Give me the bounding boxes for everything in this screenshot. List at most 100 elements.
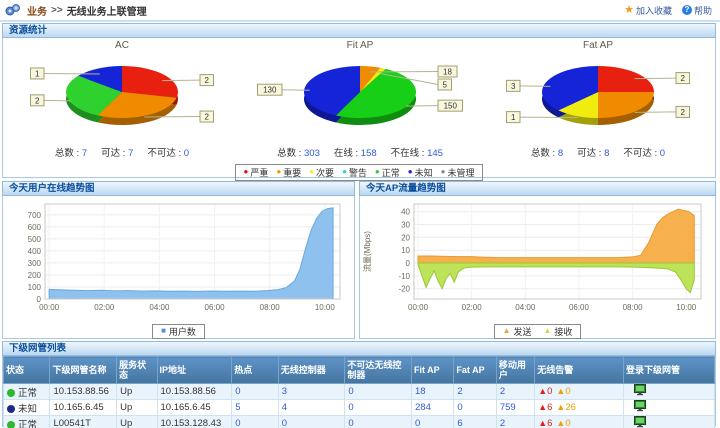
critical-alarm-count[interactable]: ▲6 (538, 402, 552, 413)
major-alarm-count[interactable]: ▲0 (556, 386, 570, 397)
column-header-controller: 无线控制器 (278, 357, 345, 384)
major-alarm-icon: ▲ (556, 402, 565, 412)
login-nms-icon[interactable] (634, 404, 647, 415)
login-nms-icon[interactable] (634, 420, 647, 428)
cell-unreach: 0 (345, 384, 412, 400)
cell-name: L00541T (50, 416, 117, 428)
svg-text:流量(Mbps): 流量(Mbps) (362, 231, 372, 272)
cell-alarm: ▲0 ▲0 (535, 384, 624, 400)
hotspot-count-link[interactable]: 0 (235, 418, 240, 428)
user-trend-title: 今天用户在线趋势图 (2, 181, 355, 196)
severity-dot-icon: ● (408, 168, 413, 176)
cell-status: 正常 (4, 384, 50, 400)
resource-stats-title: 资源统计 (2, 23, 716, 38)
pie-title: Fit AP (241, 40, 479, 52)
breadcrumb-page: 无线业务上联管理 (67, 3, 147, 18)
pie-stat: 不在线 : 145 (391, 148, 443, 159)
svg-text:30: 30 (401, 221, 410, 230)
help-icon: ? (682, 5, 692, 15)
fitap-count-link[interactable]: 18 (415, 386, 426, 397)
unreach-count-link[interactable]: 0 (348, 386, 353, 397)
fatap-count-link[interactable]: 2 (457, 386, 462, 397)
cell-ip: 10.165.6.45 (157, 400, 232, 416)
svg-text:06:00: 06:00 (569, 303, 590, 312)
panel-ap-traffic-trend: 今天AP流量趋势图 -20-1001020304000:0002:0004:00… (359, 181, 716, 338)
favorite-star-icon: ★ (624, 5, 634, 16)
breadcrumb-root[interactable]: 业务 (27, 3, 47, 18)
cell-login (624, 416, 715, 428)
mobile-count-link[interactable]: 2 (500, 418, 505, 428)
fatap-count-link[interactable]: 6 (457, 418, 462, 428)
hotspot-count-link[interactable]: 5 (235, 402, 240, 413)
table-row: 正常L00541TUp10.153.128.43000062▲6▲0 (4, 416, 715, 428)
svg-text:1: 1 (511, 113, 516, 122)
major-alarm-count[interactable]: ▲26 (556, 402, 576, 413)
hotspot-count-link[interactable]: 0 (235, 386, 240, 397)
cell-fatap: 6 (454, 416, 496, 428)
column-header-status: 状态 (4, 357, 50, 384)
svg-text:08:00: 08:00 (260, 303, 281, 312)
cell-status: 正常 (4, 416, 50, 428)
add-favorite-link[interactable]: ★ 加入收藏 (624, 4, 672, 17)
unreach-count-link[interactable]: 0 (348, 418, 353, 428)
cell-name: 10.153.88.56 (50, 384, 117, 400)
column-header-name: 下级网管名称 (50, 357, 117, 384)
svg-text:200: 200 (28, 271, 42, 280)
unreach-count-link[interactable]: 0 (348, 402, 353, 413)
cell-fitap: 18 (412, 384, 454, 400)
mobile-count-link[interactable]: 2 (500, 386, 505, 397)
svg-text:2: 2 (35, 96, 40, 105)
severity-dot-icon: ● (243, 168, 248, 176)
major-alarm-count[interactable]: ▲0 (556, 418, 570, 428)
svg-text:150: 150 (444, 102, 458, 111)
svg-text:-10: -10 (398, 272, 410, 281)
severity-legend-item: ●重要 (276, 166, 301, 179)
pie-stat: 不可达 : 0 (147, 148, 189, 159)
critical-alarm-count[interactable]: ▲0 (538, 386, 552, 397)
cell-service: Up (117, 400, 157, 416)
svg-text:00:00: 00:00 (408, 303, 429, 312)
svg-text:20: 20 (401, 233, 410, 242)
svg-text:500: 500 (28, 235, 42, 244)
svg-text:06:00: 06:00 (205, 303, 226, 312)
cell-mobile: 2 (496, 384, 534, 400)
legend-marker-icon: ▲ (503, 327, 511, 335)
svg-text:10: 10 (401, 246, 410, 255)
controller-count-link[interactable]: 3 (282, 386, 287, 397)
fatap-count-link[interactable]: 0 (457, 402, 462, 413)
critical-alarm-count[interactable]: ▲6 (538, 418, 552, 428)
help-link[interactable]: ? 帮助 (682, 4, 712, 17)
column-header-alarm: 无线告警 (535, 357, 624, 384)
panel-user-trend: 今天用户在线趋势图 010020030040050060070000:0002:… (2, 181, 355, 338)
severity-dot-icon: ● (309, 168, 314, 176)
legend-marker-icon: ■ (161, 327, 166, 335)
svg-text:02:00: 02:00 (462, 303, 483, 312)
severity-dot-icon: ● (441, 168, 446, 176)
cell-login (624, 400, 715, 416)
major-alarm-icon: ▲ (556, 386, 565, 396)
controller-count-link[interactable]: 0 (282, 418, 287, 428)
mobile-count-link[interactable]: 759 (500, 402, 516, 413)
column-header-fitap: Fit AP (412, 357, 454, 384)
severity-dot-icon: ● (276, 168, 281, 176)
fitap-count-link[interactable]: 284 (415, 402, 431, 413)
pie-stats: 总数 : 303在线 : 158不在线 : 145 (241, 145, 479, 158)
pie-stat: 不可达 : 0 (623, 148, 665, 159)
column-header-login: 登录下级网管 (624, 357, 715, 384)
login-nms-icon[interactable] (634, 388, 647, 399)
user-trend-legend: ■用户数 (152, 324, 205, 339)
svg-text:-20: -20 (398, 285, 410, 294)
svg-text:2: 2 (205, 113, 210, 122)
app-icon (5, 3, 21, 17)
fitap-count-link[interactable]: 0 (415, 418, 420, 428)
status-icon (7, 421, 15, 428)
severity-dot-icon: ● (342, 168, 347, 176)
svg-text:100: 100 (28, 283, 42, 292)
column-header-mobile: 移动用户 (496, 357, 534, 384)
controller-count-link[interactable]: 4 (282, 402, 287, 413)
svg-text:40: 40 (401, 208, 410, 217)
cell-alarm: ▲6 ▲0 (535, 416, 624, 428)
table-row: 正常10.153.88.56Up10.153.88.560301822▲0▲0 (4, 384, 715, 400)
severity-legend-item: ●警告 (342, 166, 367, 179)
pie-chart-fit-ap: Fit AP185150130总数 : 303在线 : 158不在线 : 145 (241, 38, 479, 158)
